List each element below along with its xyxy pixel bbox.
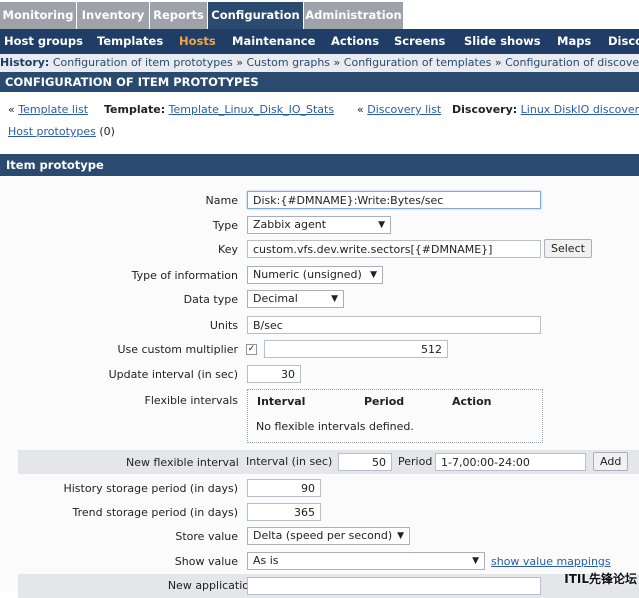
name-label: Name bbox=[205, 194, 238, 207]
history-separator: » bbox=[494, 56, 502, 69]
tab-monitoring[interactable]: Monitoring bbox=[0, 2, 76, 29]
subnav-maps[interactable]: Maps bbox=[557, 29, 591, 54]
subnav-discovery[interactable]: Disco bbox=[608, 29, 639, 54]
template-name-link[interactable]: Template_Linux_Disk_IO_Stats bbox=[169, 103, 334, 116]
type-of-information-label: Type of information bbox=[131, 269, 238, 282]
new-flex-interval-label: Interval (in sec) bbox=[246, 455, 333, 468]
template-list-link[interactable]: Template list bbox=[18, 103, 88, 116]
new-application-input[interactable] bbox=[247, 577, 541, 595]
tab-inventory[interactable]: Inventory bbox=[77, 2, 149, 29]
discovery-name-link[interactable]: Linux DiskIO discover bbox=[521, 103, 639, 116]
store-value-select[interactable]: Delta (speed per second) ▼ bbox=[247, 527, 410, 545]
subnav-actions[interactable]: Actions bbox=[331, 29, 379, 54]
new-flex-label: New flexible interval bbox=[126, 456, 239, 469]
watermark-logo: ITIL先锋论坛 bbox=[564, 572, 637, 586]
flex-header-period: Period bbox=[364, 395, 405, 408]
discovery-label: Discovery: bbox=[452, 103, 518, 116]
flexible-intervals-label: Flexible intervals bbox=[144, 394, 239, 407]
history-link-item-prototypes[interactable]: Configuration of item prototypes bbox=[53, 56, 233, 69]
dropdown-arrow-icon: ▼ bbox=[397, 531, 404, 541]
multiplier-input[interactable]: 512 bbox=[264, 340, 448, 358]
subnav-slide-shows[interactable]: Slide shows bbox=[464, 29, 541, 54]
units-input[interactable]: B/sec bbox=[247, 316, 541, 334]
top-tabs: Monitoring Inventory Reports Configurati… bbox=[0, 0, 639, 29]
dropdown-arrow-icon: ▼ bbox=[378, 220, 385, 230]
flex-empty-message: No flexible intervals defined. bbox=[256, 420, 414, 433]
select-key-button[interactable]: Select bbox=[544, 239, 592, 258]
discovery-list-link[interactable]: Discovery list bbox=[367, 103, 441, 116]
history-link-templates[interactable]: Configuration of templates bbox=[344, 56, 492, 69]
new-flex-period-label: Period bbox=[398, 455, 433, 468]
history-period-input[interactable]: 90 bbox=[247, 479, 321, 497]
history-label: History: bbox=[0, 56, 50, 69]
flexible-intervals-table: Interval Period Action No flexible inter… bbox=[247, 389, 543, 443]
sub-nav: Host groups Templates Hosts Maintenance … bbox=[0, 29, 639, 54]
flex-header-action: Action bbox=[452, 395, 492, 408]
update-interval-label: Update interval (in sec) bbox=[108, 368, 238, 381]
history-bar: History: Configuration of item prototype… bbox=[0, 54, 639, 72]
crumb-prefix: « bbox=[8, 103, 15, 116]
trend-period-label: Trend storage period (in days) bbox=[72, 506, 239, 519]
show-value-select[interactable]: As is ▼ bbox=[247, 552, 485, 570]
tab-reports[interactable]: Reports bbox=[150, 2, 207, 29]
history-period-label: History storage period (in days) bbox=[63, 482, 238, 495]
subnav-host-groups[interactable]: Host groups bbox=[4, 29, 83, 54]
flex-header-interval: Interval bbox=[257, 395, 306, 408]
type-label: Type bbox=[212, 219, 238, 232]
history-link-discovery[interactable]: Configuration of discove bbox=[505, 56, 639, 69]
template-label: Template: bbox=[104, 103, 166, 116]
dropdown-arrow-icon: ▼ bbox=[370, 270, 377, 280]
units-label: Units bbox=[209, 319, 238, 332]
show-value-label: Show value bbox=[174, 555, 238, 568]
multiplier-checkbox[interactable]: ✓ bbox=[246, 344, 257, 355]
subnav-templates[interactable]: Templates bbox=[97, 29, 163, 54]
dropdown-arrow-icon: ▼ bbox=[472, 556, 479, 566]
subnav-maintenance[interactable]: Maintenance bbox=[232, 29, 315, 54]
multiplier-label: Use custom multiplier bbox=[117, 343, 238, 356]
subnav-screens[interactable]: Screens bbox=[394, 29, 445, 54]
new-application-label: New application bbox=[167, 579, 256, 592]
breadcrumb: « Template list Template: Template_Linux… bbox=[0, 92, 639, 146]
data-type-select[interactable]: Decimal ▼ bbox=[247, 290, 344, 308]
new-flex-interval-input[interactable]: 50 bbox=[338, 453, 392, 471]
item-prototype-form: Name Disk:{#DMNAME}:Write:Bytes/sec Type… bbox=[0, 176, 639, 598]
subnav-hosts[interactable]: Hosts bbox=[179, 29, 216, 54]
crumb-prefix: « bbox=[357, 103, 364, 116]
new-flexible-interval-row: New flexible interval Interval (in sec) … bbox=[18, 450, 639, 474]
dropdown-arrow-icon: ▼ bbox=[331, 294, 338, 304]
tab-administration[interactable]: Administration bbox=[304, 2, 403, 29]
key-input[interactable]: custom.vfs.dev.write.sectors[{#DMNAME}] bbox=[247, 240, 541, 258]
store-value-label: Store value bbox=[175, 530, 238, 543]
trend-period-input[interactable]: 365 bbox=[247, 503, 321, 521]
host-prototypes-count: (0) bbox=[99, 125, 115, 138]
update-interval-input[interactable]: 30 bbox=[247, 365, 301, 383]
data-type-label: Data type bbox=[183, 293, 238, 306]
type-select[interactable]: Zabbix agent ▼ bbox=[247, 216, 391, 234]
page-title: CONFIGURATION OF ITEM PROTOTYPES bbox=[0, 72, 639, 92]
name-input[interactable]: Disk:{#DMNAME}:Write:Bytes/sec bbox=[247, 191, 541, 209]
history-separator: » bbox=[236, 56, 243, 69]
section-header: Item prototype bbox=[0, 154, 639, 176]
history-link-custom-graphs[interactable]: Custom graphs bbox=[246, 56, 330, 69]
key-label: Key bbox=[218, 243, 238, 256]
type-of-information-select[interactable]: Numeric (unsigned) ▼ bbox=[247, 266, 383, 284]
show-value-mappings-link[interactable]: show value mappings bbox=[491, 555, 611, 568]
add-flex-interval-button[interactable]: Add bbox=[593, 452, 629, 471]
tab-configuration[interactable]: Configuration bbox=[208, 2, 303, 29]
history-separator: » bbox=[333, 56, 341, 69]
host-prototypes-link[interactable]: Host prototypes bbox=[8, 125, 96, 138]
new-flex-period-input[interactable]: 1-7,00:00-24:00 bbox=[435, 453, 586, 471]
